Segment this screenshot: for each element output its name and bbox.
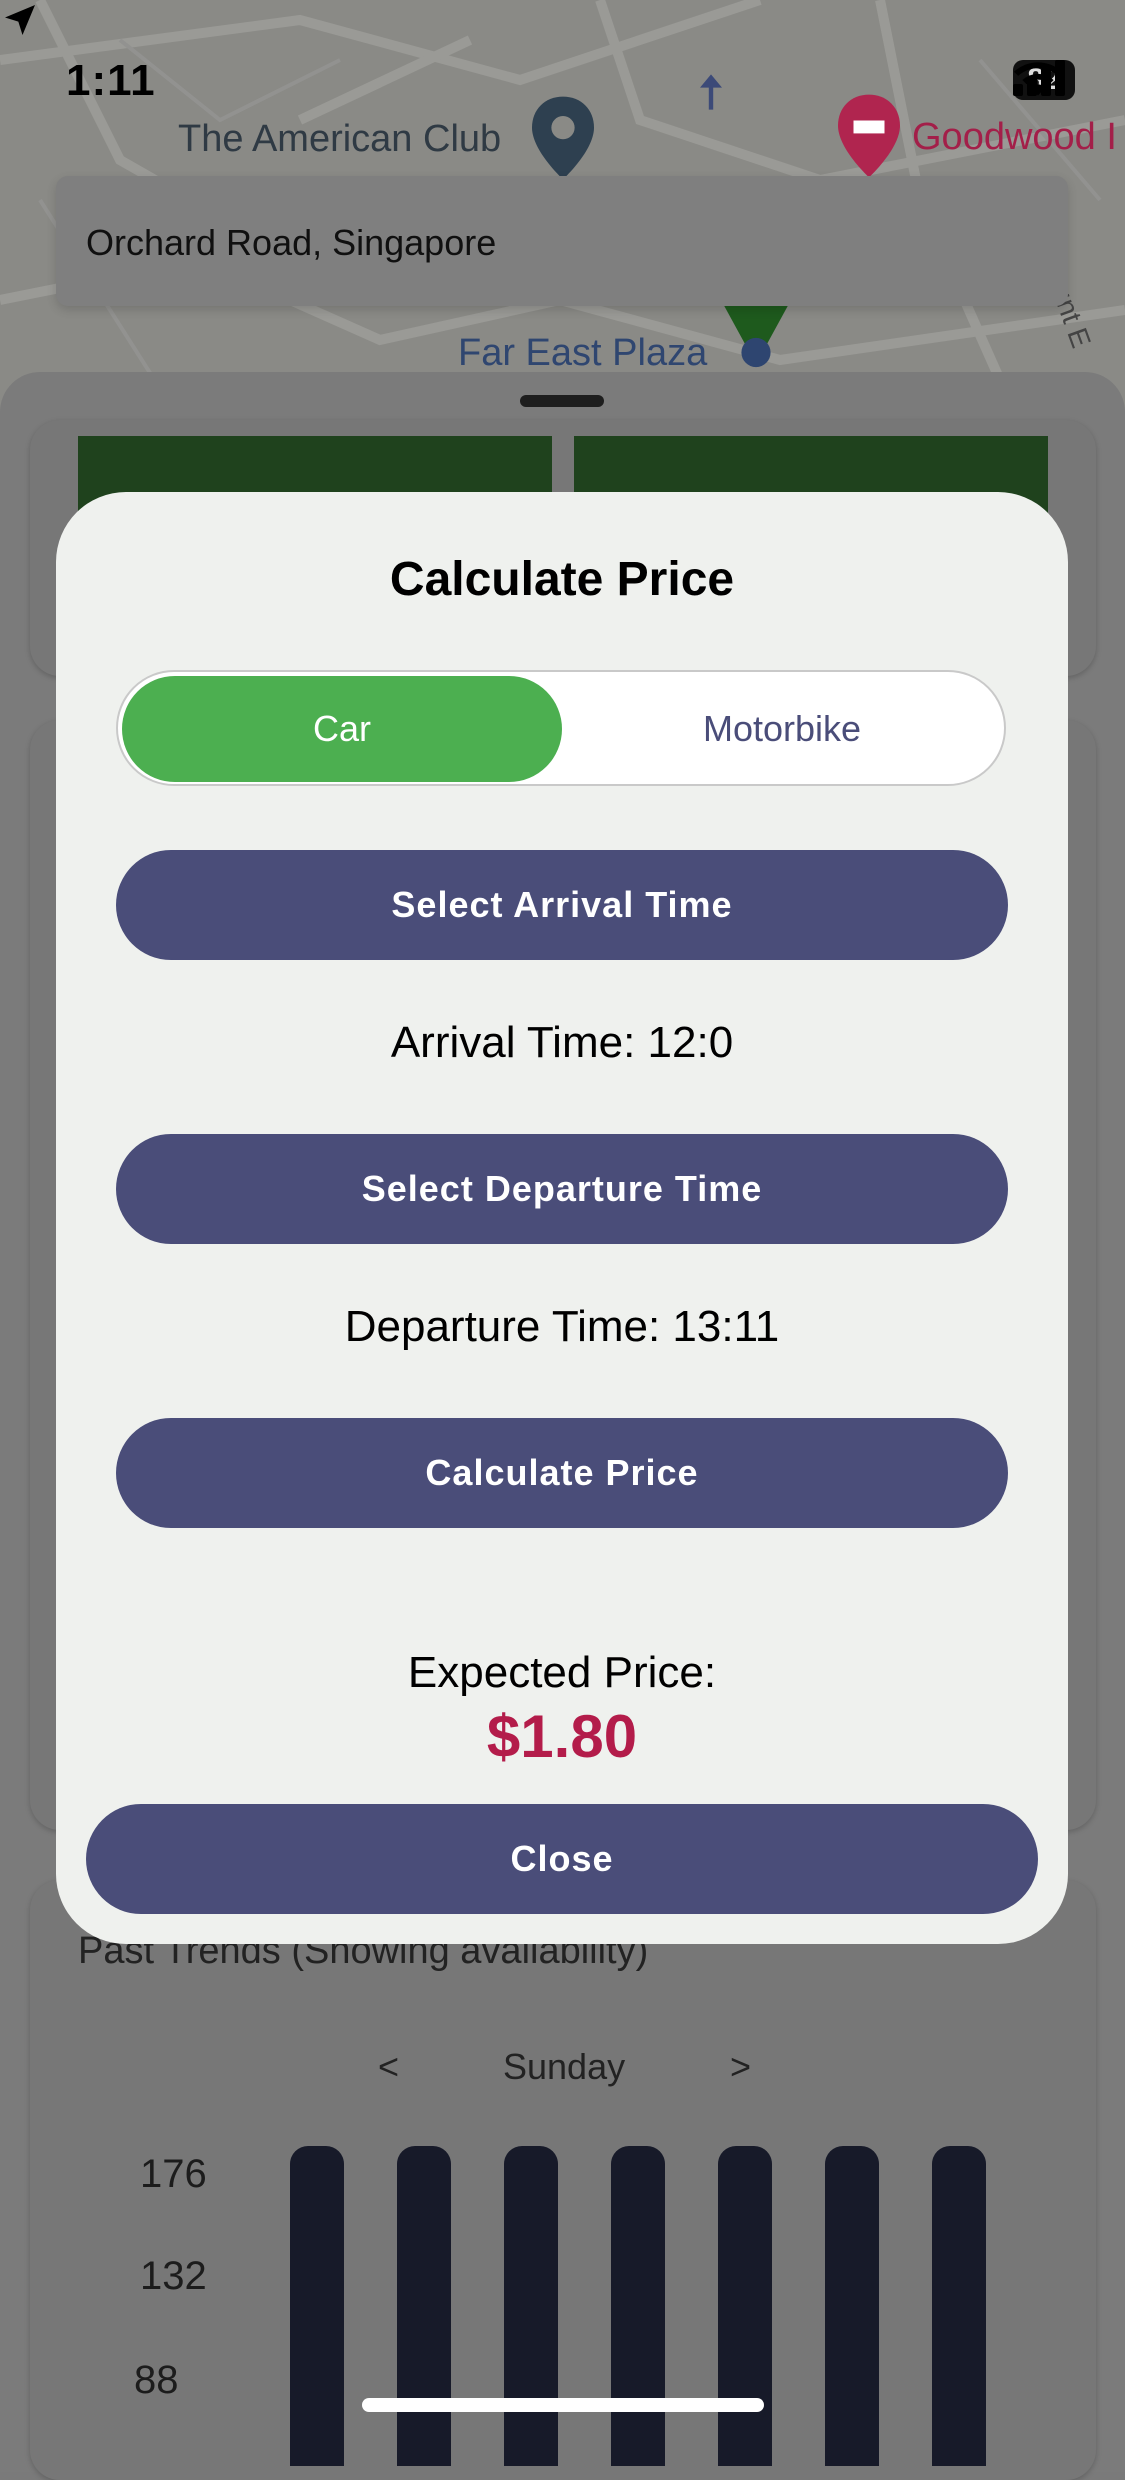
calculate-price-modal: Calculate Price Car Motorbike Select Arr… (56, 492, 1068, 1944)
trend-bar (504, 2146, 558, 2466)
select-arrival-time-button[interactable]: Select Arrival Time (116, 850, 1008, 960)
select-departure-time-button[interactable]: Select Departure Time (116, 1134, 1008, 1244)
y-tick-label: 132 (140, 2254, 207, 2298)
status-icons: 82 (1013, 60, 1075, 100)
map-label-far-east-plaza[interactable]: Far East Plaza (458, 332, 707, 375)
trend-bar (825, 2146, 879, 2466)
trend-bar (397, 2146, 451, 2466)
location-search-value: Orchard Road, Singapore (86, 222, 497, 263)
modal-title: Calculate Price (389, 553, 735, 606)
map-arrow-icon (700, 74, 722, 110)
trend-bar (611, 2146, 665, 2466)
previous-day-button[interactable]: < (378, 2046, 399, 2088)
departure-time-text: Departure Time: 13:11 (344, 1302, 780, 1351)
location-search-input[interactable]: Orchard Road, Singapore (56, 176, 1068, 306)
wifi-icon (1014, 62, 1062, 96)
status-time: 1:11 (66, 56, 156, 105)
green-map-pin-icon[interactable] (720, 300, 792, 370)
vehicle-option-car[interactable]: Car (122, 676, 562, 782)
trend-bar (290, 2146, 344, 2466)
vehicle-type-toggle[interactable]: Car Motorbike (116, 670, 1006, 786)
vehicle-option-motorbike[interactable]: Motorbike (562, 676, 1002, 782)
expected-price-label: Expected Price: (407, 1648, 717, 1697)
map-label-american-club[interactable]: The American Club (178, 118, 501, 161)
y-tick-label: 88 (134, 2358, 179, 2402)
close-button[interactable]: Close (86, 1804, 1038, 1914)
expected-price-value: $1.80 (486, 1703, 638, 1770)
map-label-goodwood[interactable]: Goodwood I (912, 116, 1117, 159)
y-tick-label: 176 (140, 2152, 207, 2196)
next-day-button[interactable]: > (730, 2046, 751, 2088)
location-arrow-icon (5, 5, 35, 35)
sheet-drag-handle[interactable] (520, 395, 604, 407)
arrival-time-text: Arrival Time: 12:0 (390, 1018, 734, 1067)
hotel-pin-icon[interactable] (838, 94, 900, 178)
day-label: Sunday (503, 2046, 626, 2087)
calculate-price-button[interactable]: Calculate Price (116, 1418, 1008, 1528)
trend-bar (718, 2146, 772, 2466)
trend-bar (932, 2146, 986, 2466)
home-indicator[interactable] (362, 2398, 764, 2412)
map-pin-icon[interactable] (532, 96, 594, 180)
